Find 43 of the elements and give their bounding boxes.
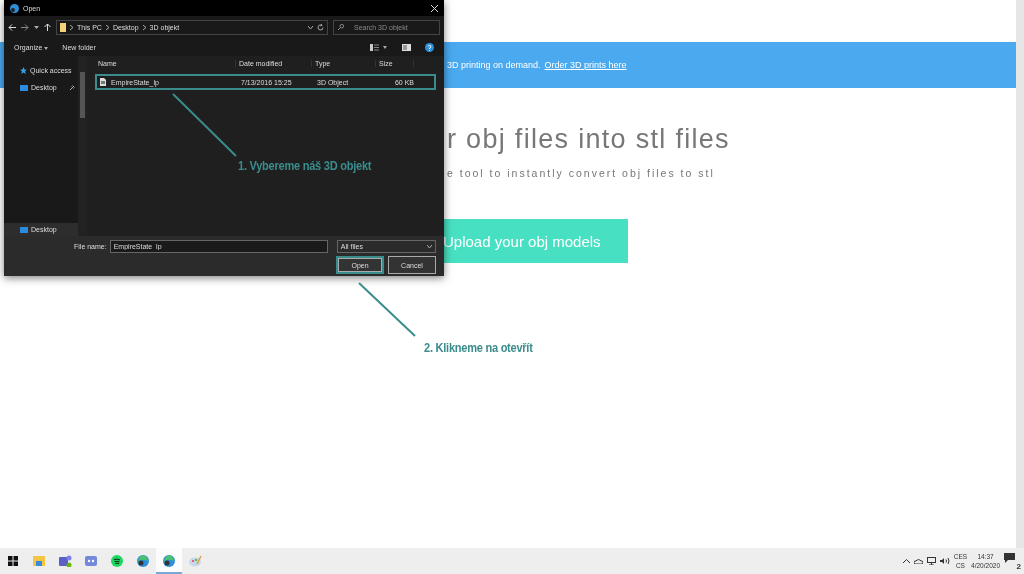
- palette-icon[interactable]: [188, 555, 202, 567]
- leader-line: [358, 282, 416, 337]
- leader-line: [172, 93, 237, 157]
- chevron-icon: [142, 24, 146, 30]
- scrollbar[interactable]: [78, 56, 87, 236]
- preview-pane-icon[interactable]: [402, 43, 411, 51]
- caret-icon[interactable]: [34, 25, 39, 29]
- folder-icon: [60, 22, 66, 32]
- windows-icon[interactable]: [8, 556, 18, 566]
- notification-button[interactable]: 2: [1004, 553, 1020, 569]
- pin-icon: [69, 85, 75, 90]
- volume-icon[interactable]: [939, 557, 950, 565]
- chevron-icon: [70, 24, 73, 30]
- file-icon: [100, 78, 106, 86]
- back-icon[interactable]: [8, 23, 16, 31]
- annotation-text: 1. Vybereme náš 3D objekt: [238, 158, 372, 173]
- desktop-icon: [20, 84, 28, 91]
- page-subtitle: e tool to instantly convert obj files to stl: [447, 167, 716, 179]
- help-icon[interactable]: [425, 42, 434, 52]
- caret-icon[interactable]: [308, 25, 313, 29]
- music-icon[interactable]: [111, 555, 123, 567]
- app-icon: [10, 3, 19, 13]
- close-icon[interactable]: [431, 4, 438, 12]
- banner-text: 3D printing on demand.: [447, 60, 541, 70]
- refresh-icon[interactable]: [317, 23, 324, 31]
- chat-icon[interactable]: [85, 556, 97, 566]
- taskbar-button[interactable]: [156, 548, 182, 574]
- view-options-icon[interactable]: [370, 43, 388, 51]
- up-arrow-icon[interactable]: [44, 23, 51, 31]
- page-heading: r obj files into stl files: [447, 124, 731, 155]
- chevron-up-icon[interactable]: [902, 559, 910, 563]
- scrollbar[interactable]: [1016, 0, 1024, 548]
- network-icon[interactable]: [926, 557, 936, 565]
- star-icon: [20, 67, 27, 74]
- desktop-icon: [20, 226, 28, 233]
- forward-icon[interactable]: [21, 23, 29, 31]
- caret-icon: [427, 245, 432, 248]
- annotation-text: 2. Klikneme na otevřít: [424, 340, 533, 355]
- chevron-icon: [105, 24, 109, 30]
- browser-icon[interactable]: [163, 555, 175, 567]
- browser-icon[interactable]: [137, 555, 149, 567]
- caret-icon: [44, 46, 49, 50]
- cloud-icon[interactable]: [913, 558, 923, 564]
